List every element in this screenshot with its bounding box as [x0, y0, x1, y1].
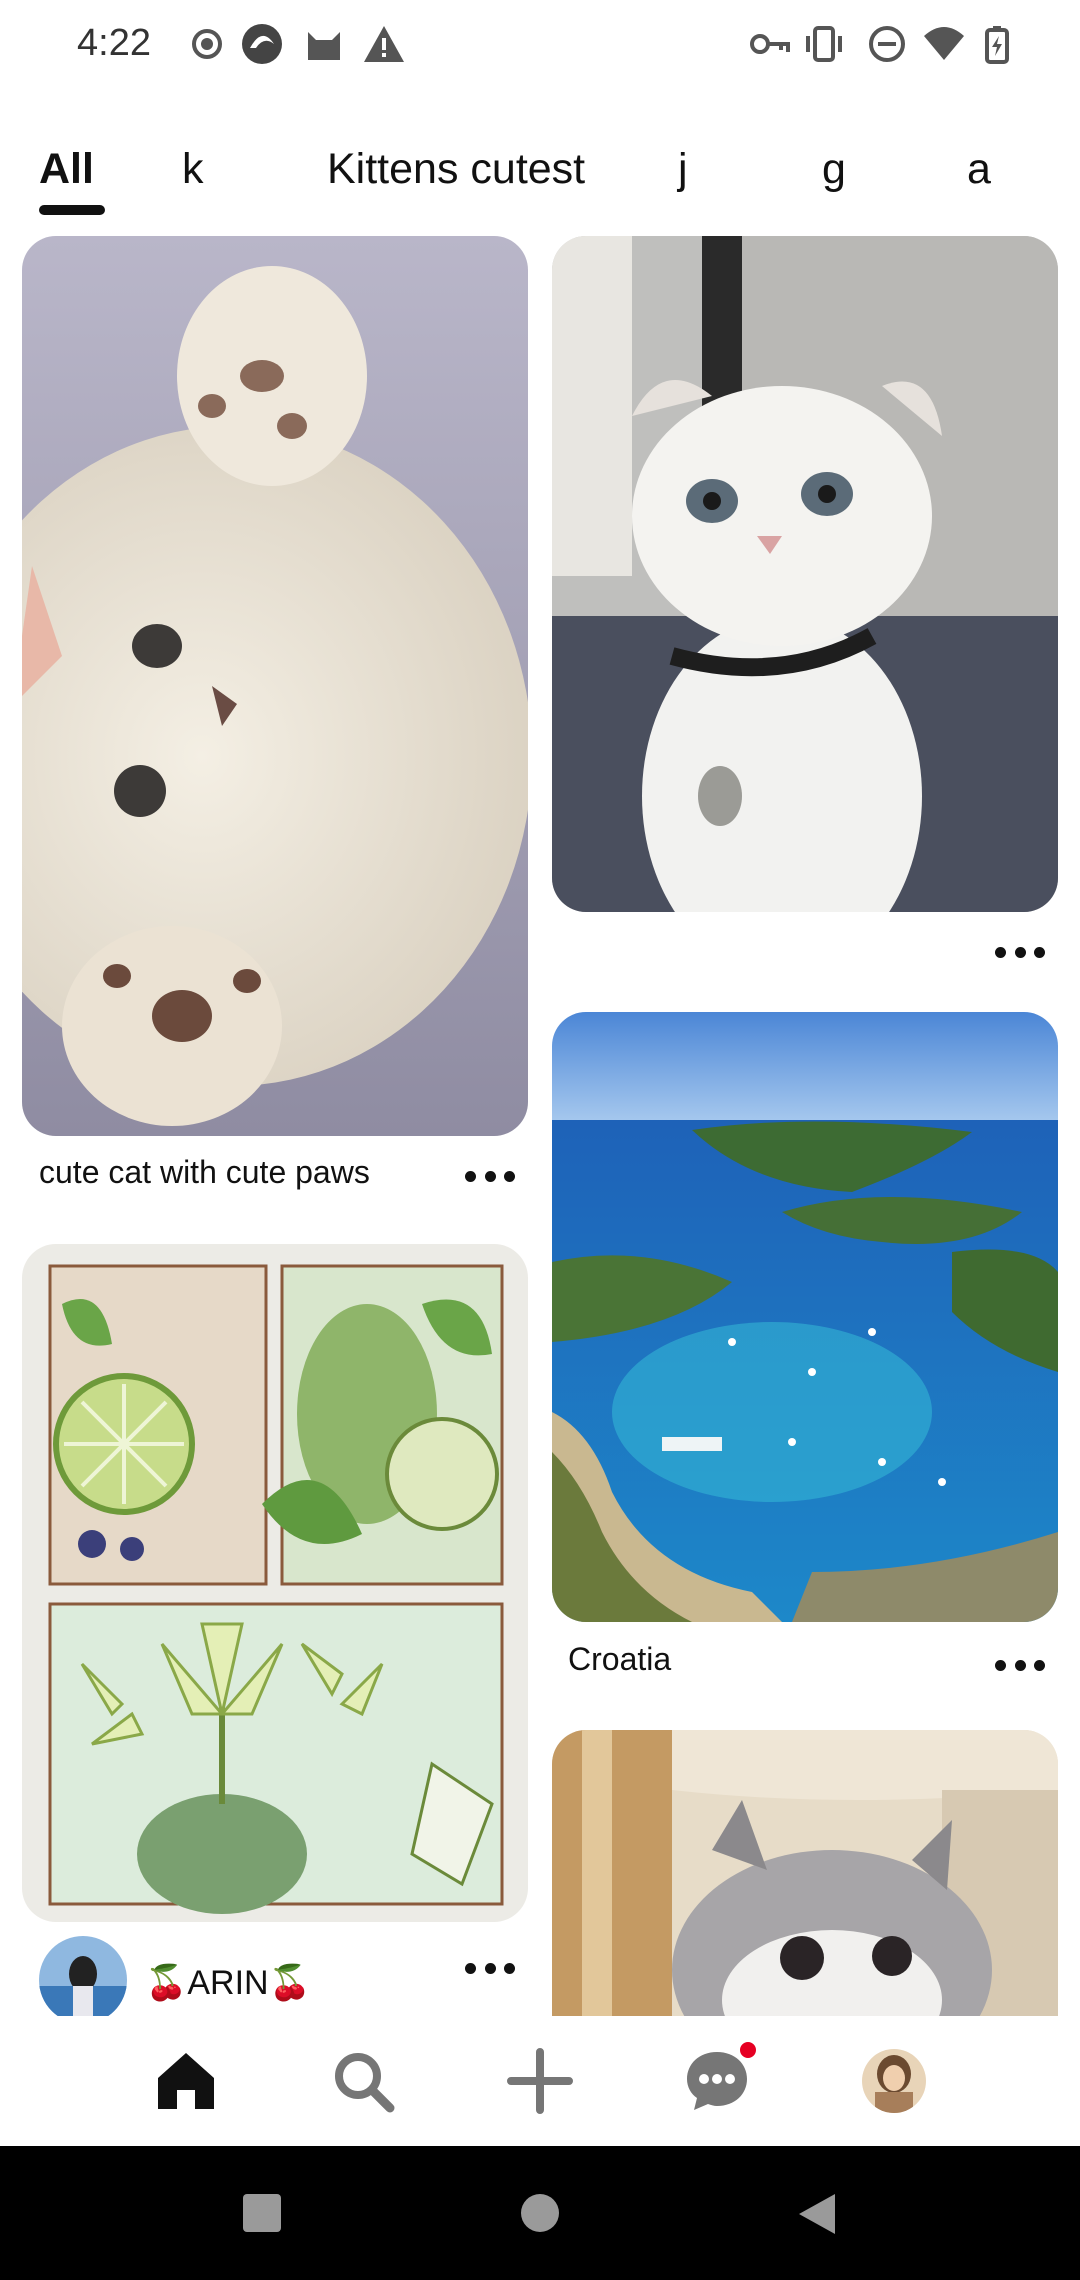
pin-image-white-cat[interactable]	[552, 236, 1058, 912]
tab-g[interactable]: g	[822, 145, 846, 194]
more-options-button[interactable]	[995, 1655, 1045, 1675]
battery-icon	[985, 26, 1009, 64]
bottom-navigation	[0, 2016, 1080, 2146]
tab-all[interactable]: All	[39, 145, 94, 194]
vpn-key-icon	[750, 34, 790, 54]
tab-kittens-cutest[interactable]: Kittens cutest	[327, 145, 585, 194]
pin-image-grey-kitten[interactable]	[552, 1730, 1058, 2016]
vibrate-icon	[806, 26, 842, 62]
tab-k[interactable]: k	[182, 145, 204, 194]
app-icon	[242, 24, 282, 64]
search-icon[interactable]	[323, 2041, 403, 2121]
board-tabs: All k Kittens cutest j g a	[0, 130, 1080, 220]
back-button[interactable]	[797, 2192, 837, 2236]
do-not-disturb-icon	[869, 26, 905, 62]
pin-image-lime-lily-illustration[interactable]	[22, 1244, 528, 1922]
pin-image-croatia[interactable]	[552, 1012, 1058, 1622]
status-bar: 4:22	[0, 0, 1080, 90]
creator-name[interactable]: 🍒ARIN🍒	[145, 1963, 311, 2003]
more-options-button[interactable]	[465, 1166, 515, 1186]
more-options-button[interactable]	[465, 1958, 515, 1978]
pin-feed: cute cat with cute paws 🍒ARIN🍒 Croatia	[0, 236, 1080, 2016]
wifi-icon	[924, 27, 964, 60]
pin-title[interactable]: Croatia	[568, 1641, 671, 1678]
active-tab-indicator	[39, 205, 105, 215]
recents-button[interactable]	[243, 2194, 281, 2232]
profile-avatar[interactable]	[854, 2041, 934, 2121]
record-icon	[192, 29, 222, 59]
more-options-button[interactable]	[995, 942, 1045, 962]
messages-icon[interactable]	[677, 2039, 759, 2121]
tab-j[interactable]: j	[678, 145, 688, 194]
pin-image-kitten-paws[interactable]	[22, 236, 528, 1136]
home-icon[interactable]	[146, 2041, 226, 2121]
creator-avatar[interactable]	[39, 1936, 127, 2016]
system-navigation-bar	[0, 2146, 1080, 2280]
create-icon[interactable]	[500, 2041, 580, 2121]
pin-title[interactable]: cute cat with cute paws	[39, 1154, 370, 1191]
notification-badge	[737, 2039, 759, 2061]
home-button[interactable]	[521, 2194, 559, 2232]
cat-icon	[308, 32, 340, 60]
tab-a[interactable]: a	[967, 145, 991, 194]
warning-icon	[364, 26, 404, 62]
status-time: 4:22	[77, 22, 151, 64]
